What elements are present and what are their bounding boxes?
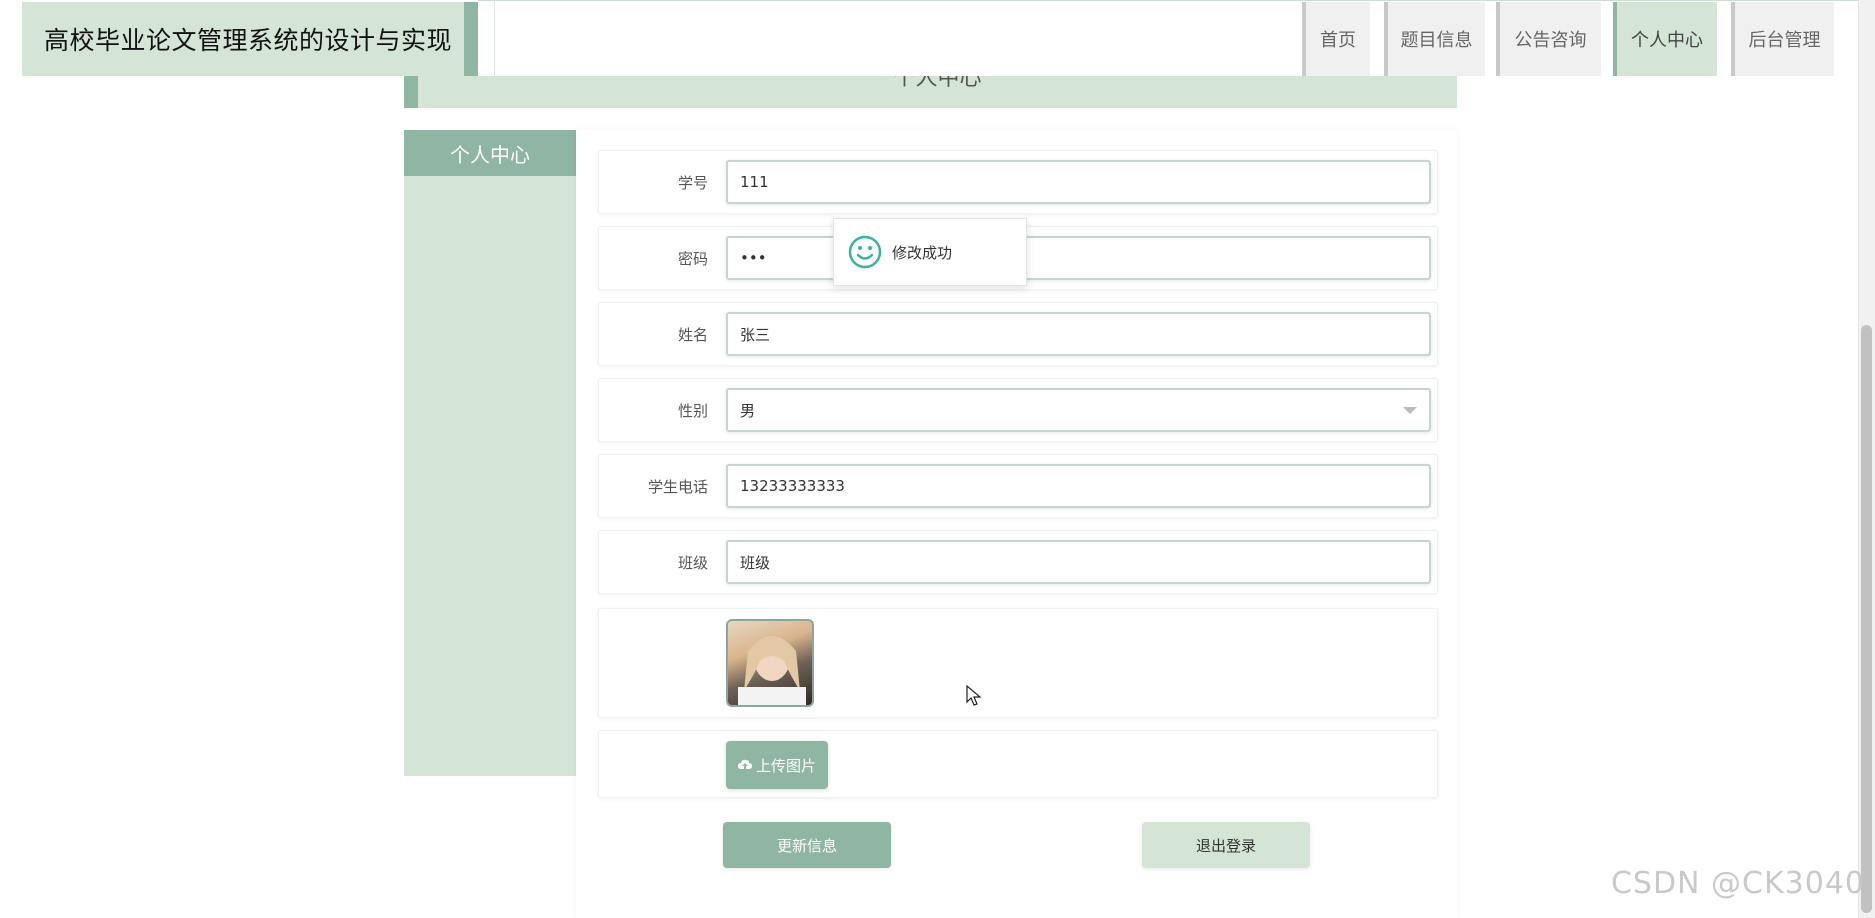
chevron-down-icon bbox=[1403, 407, 1417, 414]
class-value: 班级 bbox=[740, 553, 771, 572]
student-id-label: 学号 bbox=[677, 174, 708, 192]
form-row-class: 班级 班级 bbox=[598, 530, 1438, 594]
upload-image-button[interactable]: 上传图片 bbox=[726, 741, 828, 789]
password-label: 密码 bbox=[677, 250, 708, 268]
site-title: 高校毕业论文管理系统的设计与实现 bbox=[44, 26, 453, 55]
nav-topic-info-label: 题目信息 bbox=[1400, 30, 1473, 51]
phone-input[interactable]: 13233333333 bbox=[726, 464, 1431, 508]
phone-label: 学生电话 bbox=[647, 478, 708, 496]
update-info-label: 更新信息 bbox=[776, 836, 837, 855]
page-heading: 个人中心 bbox=[893, 76, 982, 91]
logout-button[interactable]: 退出登录 bbox=[1142, 822, 1310, 868]
form-row-phone: 学生电话 13233333333 bbox=[598, 454, 1438, 518]
upload-image-label: 上传图片 bbox=[755, 756, 816, 775]
password-input[interactable]: ••• bbox=[726, 236, 1431, 280]
header-divider bbox=[494, 0, 495, 76]
nav-home-label: 首页 bbox=[1320, 30, 1356, 51]
name-value: 张三 bbox=[740, 325, 771, 344]
nav-personal-center[interactable]: 个人中心 bbox=[1613, 2, 1717, 76]
name-input[interactable]: 张三 bbox=[726, 312, 1431, 356]
avatar-image bbox=[738, 636, 806, 705]
watermark: CSDN @CK3040 bbox=[1610, 866, 1865, 901]
name-label: 姓名 bbox=[677, 326, 708, 344]
password-value: ••• bbox=[740, 249, 767, 267]
student-id-input[interactable]: 111 bbox=[726, 160, 1431, 204]
form-row-upload: 上传图片 bbox=[598, 730, 1438, 798]
sidebar-item-personal-center[interactable]: 个人中心 bbox=[404, 130, 576, 176]
mouse-cursor-icon bbox=[966, 685, 982, 706]
gender-label: 性别 bbox=[677, 402, 708, 420]
toast-message: 修改成功 bbox=[892, 243, 953, 262]
scrollbar-thumb[interactable] bbox=[1861, 325, 1872, 913]
header-border bbox=[478, 0, 1858, 1]
nav-topic-info[interactable]: 题目信息 bbox=[1384, 2, 1485, 76]
form-row-student-id: 学号 111 bbox=[598, 150, 1438, 214]
nav-home[interactable]: 首页 bbox=[1302, 2, 1370, 76]
sidebar-item-label: 个人中心 bbox=[450, 142, 530, 167]
avatar bbox=[726, 619, 814, 707]
smile-icon bbox=[848, 235, 882, 269]
update-info-button[interactable]: 更新信息 bbox=[723, 822, 891, 868]
gender-value: 男 bbox=[740, 401, 756, 420]
nav-announcements-label: 公告咨询 bbox=[1514, 30, 1587, 51]
success-toast: 修改成功 bbox=[833, 218, 1027, 286]
site-title-box: 高校毕业论文管理系统的设计与实现 bbox=[22, 2, 478, 76]
student-id-value: 111 bbox=[740, 173, 769, 191]
page-heading-band: 个人中心 bbox=[404, 76, 1457, 108]
nav-personal-center-label: 个人中心 bbox=[1631, 30, 1703, 51]
form-row-gender: 性别 男 bbox=[598, 378, 1438, 442]
logout-label: 退出登录 bbox=[1195, 836, 1256, 855]
gender-select[interactable]: 男 bbox=[726, 388, 1431, 432]
form-row-name: 姓名 张三 bbox=[598, 302, 1438, 366]
class-input[interactable]: 班级 bbox=[726, 540, 1431, 584]
nav-admin-label: 后台管理 bbox=[1748, 30, 1821, 51]
phone-value: 13233333333 bbox=[740, 477, 845, 495]
nav-admin[interactable]: 后台管理 bbox=[1731, 2, 1834, 76]
form-row-avatar bbox=[598, 608, 1438, 718]
cloud-upload-icon bbox=[737, 759, 752, 769]
nav-announcements[interactable]: 公告咨询 bbox=[1496, 2, 1601, 76]
class-label: 班级 bbox=[677, 554, 708, 572]
sidebar: 个人中心 bbox=[404, 130, 576, 776]
